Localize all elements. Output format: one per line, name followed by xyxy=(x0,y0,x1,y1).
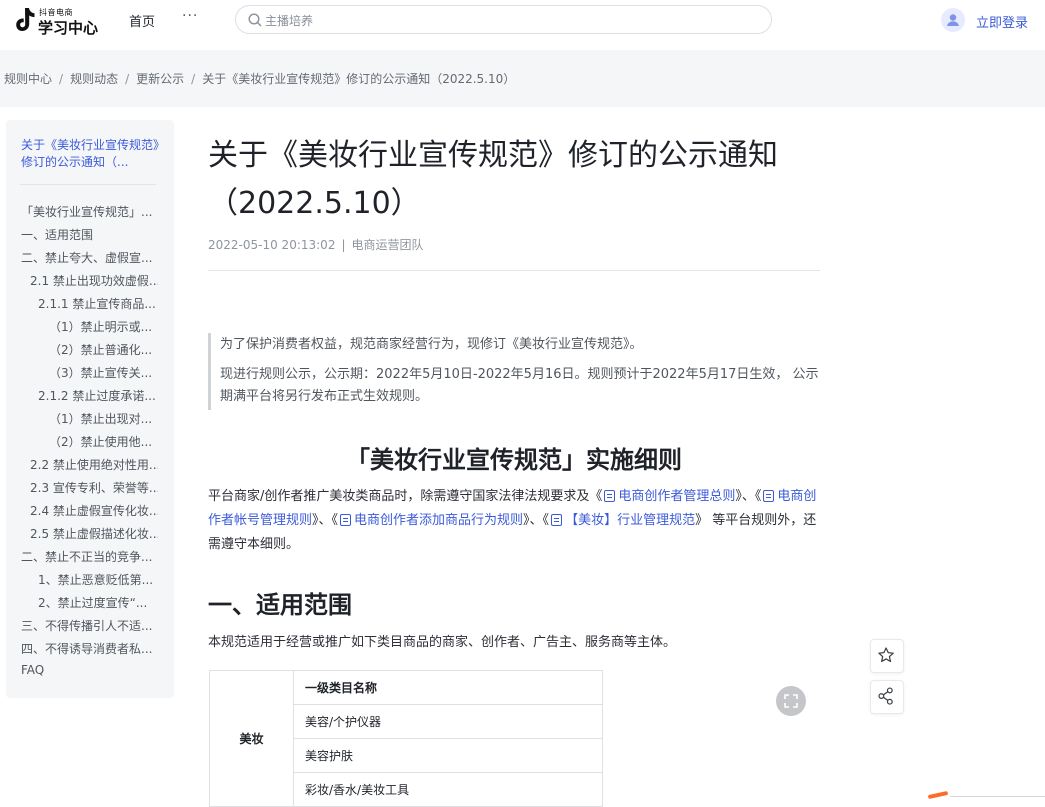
toc-item[interactable]: 2.1.2 禁止过度承诺... xyxy=(38,387,156,404)
doc-link-icon xyxy=(340,514,352,526)
divider-line xyxy=(950,796,1045,797)
rule-link-beauty-industry[interactable]: 【美妆】行业管理规范 xyxy=(549,513,695,528)
search-box[interactable] xyxy=(235,5,772,34)
toc-item[interactable]: 2.1 禁止出现功效虚假... xyxy=(30,272,158,289)
user-avatar[interactable] xyxy=(941,8,965,32)
toc-item[interactable]: 2、禁止过度宣传“... xyxy=(38,594,156,611)
meta-divider xyxy=(208,270,820,271)
quote-line-2: 现进行规则公示，公示期：2022年5月10日-2022年5月16日。规则预计于2… xyxy=(220,367,819,404)
toc-item[interactable]: （3）禁止宣传关... xyxy=(49,364,155,381)
rule-link-add-product[interactable]: 电商创作者添加商品行为规则 xyxy=(338,513,523,528)
toc-item[interactable]: （2）禁止使用他... xyxy=(49,433,155,450)
rule-link-label: 电商创作者管理总则 xyxy=(618,489,736,504)
toc-item[interactable]: 二、禁止不正当的竞争... xyxy=(21,548,157,565)
feedback-tab[interactable] xyxy=(927,790,949,800)
heading-scope: 一、适用范围 xyxy=(208,591,352,619)
search-input[interactable] xyxy=(263,10,747,32)
breadcrumb-separator: / xyxy=(191,72,196,86)
table-category-cell: 美妆 xyxy=(209,670,294,807)
meta-separator: | xyxy=(341,238,346,252)
doc-link-icon xyxy=(604,490,616,502)
article-author: 电商运营团队 xyxy=(351,238,424,252)
login-link[interactable]: 立即登录 xyxy=(976,12,1028,31)
toc-item[interactable]: 2.3 宣传专利、荣誉等... xyxy=(30,479,158,496)
breadcrumb-rules-center[interactable]: 规则中心 xyxy=(4,72,52,86)
breadcrumb-announcements[interactable]: 更新公示 xyxy=(136,72,184,86)
breadcrumb-rule-updates[interactable]: 规则动态 xyxy=(70,72,118,86)
intro-paragraph: 平台商家/创作者推广美妆类商品时，除需遵守国家法律法规要求及《 电商创作者管理总则… xyxy=(208,485,823,557)
section-title: 「美妆行业宣传规范」实施细则 xyxy=(346,446,682,474)
user-icon xyxy=(947,14,959,26)
toc-item[interactable]: （1）禁止明示或... xyxy=(49,318,155,335)
doc-link-icon xyxy=(763,490,775,502)
article-title: 关于《美妆行业宣传规范》修订的公示通知（2022.5.10） xyxy=(208,138,778,221)
toc-current-article[interactable]: 关于《美妆行业宣传规范》修订的公示通知（... xyxy=(21,137,161,171)
rule-link-creator-general[interactable]: 电商创作者管理总则 xyxy=(602,489,735,504)
breadcrumb: 规则中心 / 规则动态 / 更新公示 / 关于《美妆行业宣传规范》修订的公示通知（2022.… xyxy=(4,70,515,87)
notice-quote: 为了保护消费者权益，规范商家经营行为，现修订《美妆行业宣传规范》。 现进行规则公… xyxy=(208,333,823,410)
nav-home-link[interactable]: 首页 xyxy=(129,11,155,30)
toc-item[interactable]: 1、禁止恶意贬低第... xyxy=(38,571,156,588)
table-cell: 彩妆/香水/美妆工具 xyxy=(293,772,603,807)
douyin-logo-icon xyxy=(16,8,35,31)
intro-text: 》、《 xyxy=(312,513,339,528)
nav-more-menu[interactable]: ··· xyxy=(182,8,198,24)
top-header: 抖音电商 学习中心 首页 ··· 立即登录 xyxy=(0,0,1045,50)
toc-item[interactable]: 2.1.1 禁止宣传商品... xyxy=(38,295,156,312)
intro-text: 平台商家/创作者推广美妆类商品时，除需遵守国家法律法规要求及《 xyxy=(208,489,603,504)
toc-item[interactable]: 「美妆行业宣传规范」... xyxy=(21,203,157,220)
share-button[interactable] xyxy=(870,680,904,714)
intro-text: 》、《 xyxy=(735,489,762,504)
scope-text: 本规范适用于经营或推广如下类目商品的商家、创作者、广告主、服务商等主体。 xyxy=(208,635,677,650)
table-row: 美妆 一级类目名称 xyxy=(209,670,603,807)
search-icon xyxy=(248,13,262,27)
table-header-cell: 一级类目名称 xyxy=(293,670,603,705)
toc-item[interactable]: 2.5 禁止虚假描述化妆... xyxy=(30,525,158,542)
logo[interactable]: 抖音电商 学习中心 xyxy=(6,6,98,40)
toc-item[interactable]: 2.2 禁止使用绝对性用... xyxy=(30,456,158,473)
breadcrumb-separator: / xyxy=(59,72,64,86)
quote-line-1: 为了保护消费者权益，规范商家经营行为，现修订《美妆行业宣传规范》。 xyxy=(220,337,643,352)
article-meta: 2022-05-10 20:13:02 | 电商运营团队 xyxy=(208,236,424,253)
table-cell: 美容护肤 xyxy=(293,738,603,773)
logo-title: 学习中心 xyxy=(38,19,99,37)
favorite-button[interactable] xyxy=(870,639,904,673)
publish-date: 2022-05-10 20:13:02 xyxy=(208,238,336,252)
toc-item[interactable]: （1）禁止出现对... xyxy=(49,410,155,427)
share-icon xyxy=(878,687,893,705)
toc-item[interactable]: 二、禁止夸大、虚假宣... xyxy=(21,249,157,266)
expand-icon xyxy=(784,694,798,708)
toc-item[interactable]: 2.4 禁止虚假宣传化妆... xyxy=(30,502,158,519)
rule-link-label: 电商创作者添加商品行为规则 xyxy=(354,513,524,528)
intro-text: 》、《 xyxy=(523,513,550,528)
toc-sidebar: 关于《美妆行业宣传规范》修订的公示通知（... 「美妆行业宣传规范」... 一、… xyxy=(6,120,174,698)
category-table: 美妆 一级类目名称 美容/个护仪器 美容护肤 彩妆/香水/美妆工具 xyxy=(209,670,603,807)
toc-item[interactable]: 四、不得诱导消费者私... xyxy=(21,640,157,657)
doc-link-icon xyxy=(551,514,563,526)
breadcrumb-current: 关于《美妆行业宣传规范》修订的公示通知（2022.5.10） xyxy=(202,72,516,86)
toc-divider xyxy=(20,184,156,185)
expand-table-button[interactable] xyxy=(776,686,806,716)
toc-item-faq[interactable]: FAQ xyxy=(21,663,157,677)
rule-link-label: 【美妆】行业管理规范 xyxy=(565,513,696,528)
breadcrumb-separator: / xyxy=(125,72,130,86)
table-cell: 美容/个护仪器 xyxy=(293,704,603,739)
toc-item[interactable]: 三、不得传播引人不适... xyxy=(21,617,157,634)
toc-item[interactable]: 一、适用范围 xyxy=(21,226,157,243)
toc-item[interactable]: （2）禁止普通化... xyxy=(49,341,155,358)
star-icon xyxy=(878,647,894,663)
breadcrumb-bar: 规则中心 / 规则动态 / 更新公示 / 关于《美妆行业宣传规范》修订的公示通知（2022.… xyxy=(0,50,1045,107)
